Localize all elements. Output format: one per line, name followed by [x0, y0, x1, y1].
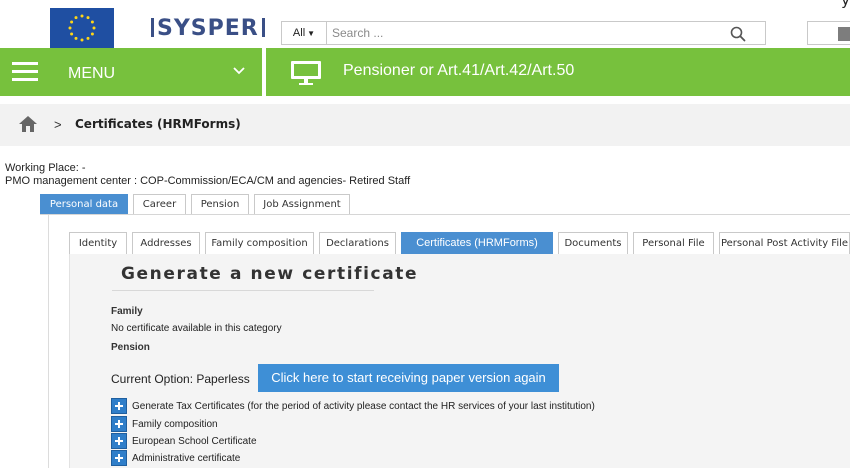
working-place: Working Place: - PMO management center :… [5, 162, 410, 188]
breadcrumb-separator: > [54, 117, 62, 132]
plus-icon[interactable] [111, 398, 127, 414]
certificate-label[interactable]: Administrative certificate [132, 453, 240, 464]
tab-job-assignment[interactable]: Job Assignment [254, 194, 350, 214]
subtab-certificates[interactable]: Certificates (HRMForms) [401, 232, 553, 254]
page-title: Generate a new certificate [121, 264, 419, 284]
subtab-addresses[interactable]: Addresses [132, 232, 200, 254]
certificate-label[interactable]: Family composition [132, 419, 218, 430]
eu-star-icon [80, 38, 84, 42]
family-empty-message: No certificate available in this categor… [111, 323, 282, 334]
working-place-line: Working Place: - [5, 162, 86, 174]
search-scope-label: All [292, 27, 306, 39]
certificate-label[interactable]: European School Certificate [132, 436, 257, 447]
subtab-personal-file[interactable]: Personal File [633, 232, 714, 254]
subtab-family-composition[interactable]: Family composition [205, 232, 314, 254]
subtab-identity[interactable]: Identity [69, 232, 127, 254]
eu-star-icon [90, 20, 94, 24]
family-heading: Family [111, 306, 143, 317]
hamburger-icon[interactable] [12, 62, 38, 82]
paper-version-button[interactable]: Click here to start receiving paper vers… [258, 364, 559, 392]
tab-personal-data[interactable]: Personal data [40, 194, 128, 214]
cropped-top-strip: y [0, 0, 850, 9]
eu-stars-icon [50, 8, 114, 48]
certificate-label[interactable]: Generate Tax Certificates (for the perio… [132, 401, 595, 412]
eu-star-icon [74, 36, 78, 40]
home-icon[interactable] [18, 115, 38, 133]
eu-star-icon [80, 14, 84, 18]
eu-star-icon [68, 26, 72, 30]
chevron-down-icon[interactable] [232, 64, 246, 78]
title-divider [112, 290, 374, 291]
menu-label[interactable]: MENU [68, 65, 115, 83]
plus-icon[interactable] [111, 433, 127, 449]
pension-heading: Pension [111, 342, 150, 353]
eu-star-icon [70, 20, 74, 24]
current-option-label: Current Option: Paperless [111, 372, 250, 386]
eu-flag-logo[interactable] [50, 8, 114, 48]
breadcrumb: > Certificates (HRMForms) [0, 104, 850, 146]
eu-star-icon [92, 26, 96, 30]
cropped-text: y [841, 0, 850, 9]
eu-star-icon [86, 36, 90, 40]
breadcrumb-current: Certificates (HRMForms) [75, 117, 241, 131]
tab-career[interactable]: Career [133, 194, 186, 214]
plus-icon[interactable] [111, 450, 127, 466]
search-scope-dropdown[interactable]: All ▼ [282, 22, 327, 44]
eu-star-icon [74, 16, 78, 20]
sysper-logo[interactable]: SYSPER [148, 16, 268, 41]
search-bar: All ▼ [281, 21, 766, 45]
menu-divider [262, 48, 266, 96]
toolbar-glyph-icon [838, 27, 850, 41]
subtab-declarations[interactable]: Declarations [319, 232, 396, 254]
search-input[interactable] [332, 23, 722, 43]
eu-star-icon [70, 32, 74, 36]
tab-pension[interactable]: Pension [191, 194, 249, 214]
subtab-documents[interactable]: Documents [558, 232, 628, 254]
monitor-icon [291, 61, 321, 85]
management-center-line: PMO management center : COP-Commission/E… [5, 175, 411, 187]
caret-down-icon: ▼ [307, 29, 316, 38]
eu-star-icon [90, 32, 94, 36]
eu-star-icon [86, 16, 90, 20]
logo-text: SYSPER [157, 16, 259, 41]
top-header: y SYSPER All ▼ [0, 0, 850, 48]
plus-icon[interactable] [111, 416, 127, 432]
profile-status-label: Pensioner or Art.41/Art.42/Art.50 [343, 62, 575, 79]
top-toolbar-button[interactable] [807, 21, 850, 45]
subtab-personal-post-activity-file[interactable]: Personal Post Activity File [719, 232, 850, 254]
search-icon[interactable] [729, 25, 747, 43]
sysper-page: y SYSPER All▼ MENU [0, 0, 850, 468]
